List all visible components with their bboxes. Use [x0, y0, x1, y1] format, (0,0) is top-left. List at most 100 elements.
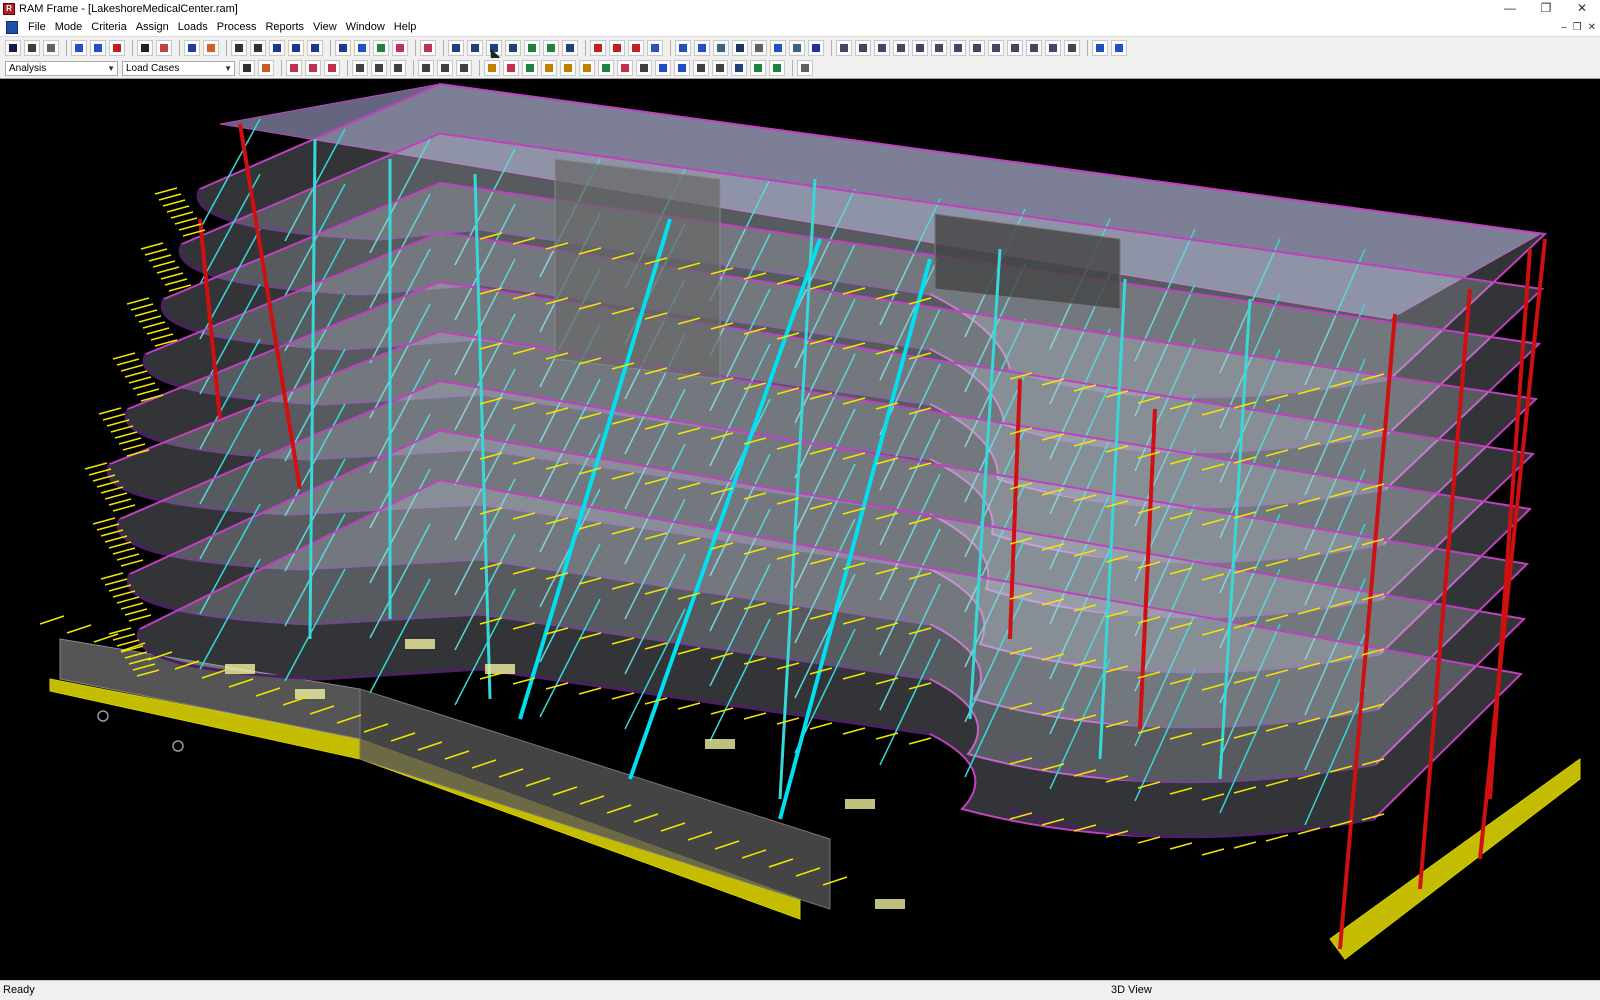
app-icon[interactable]: R	[3, 3, 15, 15]
load-3-icon[interactable]	[324, 60, 340, 76]
load-1-icon[interactable]	[286, 60, 302, 76]
menu-reports[interactable]: Reports	[263, 18, 311, 37]
view-10-icon[interactable]	[1007, 39, 1023, 56]
menu-file[interactable]: File	[26, 18, 53, 37]
load-6-icon[interactable]	[390, 60, 406, 76]
result-a-icon[interactable]	[484, 60, 500, 76]
show-labels-icon[interactable]	[789, 39, 805, 56]
result-e-icon[interactable]	[560, 60, 576, 76]
view-9-icon[interactable]	[988, 39, 1004, 56]
result-p-icon[interactable]	[797, 60, 813, 76]
menu-criteria[interactable]: Criteria	[89, 18, 133, 37]
view-1-icon[interactable]	[836, 39, 852, 56]
result-f-icon[interactable]	[579, 60, 595, 76]
mdi-close-icon[interactable]: ✕	[1588, 18, 1596, 37]
load-display-icon[interactable]	[420, 39, 436, 56]
result-1-icon[interactable]	[448, 39, 464, 56]
view-3-icon[interactable]	[874, 39, 890, 56]
show-foundations-icon[interactable]	[732, 39, 748, 56]
view-11-icon[interactable]	[1026, 39, 1042, 56]
result-c-icon[interactable]	[522, 60, 538, 76]
mdi-restore-icon[interactable]: ❐	[1573, 18, 1582, 37]
story-icon[interactable]	[203, 39, 219, 56]
rf-icon[interactable]	[731, 60, 747, 76]
show-nodes-icon[interactable]	[808, 39, 824, 56]
result-5-icon[interactable]	[524, 39, 540, 56]
menu-process[interactable]: Process	[215, 18, 264, 37]
document-icon[interactable]	[6, 20, 18, 34]
mdi-minimize-icon[interactable]: –	[1561, 18, 1567, 37]
load-9-icon[interactable]	[456, 60, 472, 76]
result-2-icon[interactable]	[467, 39, 483, 56]
rotate-icon[interactable]	[335, 39, 351, 56]
3d-view-canvas[interactable]	[0, 79, 1600, 980]
load-7-icon[interactable]	[418, 60, 434, 76]
properties-icon[interactable]	[1092, 39, 1108, 56]
show-walls-icon[interactable]	[713, 39, 729, 56]
column-icon[interactable]	[590, 39, 606, 56]
result-k-icon[interactable]	[674, 60, 690, 76]
show-grid-icon[interactable]	[751, 39, 767, 56]
minimize-icon[interactable]: —	[1492, 0, 1528, 18]
zoom-in-icon[interactable]	[269, 39, 285, 56]
grid-icon[interactable]	[354, 39, 370, 56]
close-icon[interactable]: ✕	[1564, 0, 1600, 18]
view-5-icon[interactable]	[912, 39, 928, 56]
view-2-icon[interactable]	[855, 39, 871, 56]
load-4-icon[interactable]	[352, 60, 368, 76]
view-7-icon[interactable]	[950, 39, 966, 56]
show-columns-icon[interactable]	[675, 39, 691, 56]
view-8-icon[interactable]	[969, 39, 985, 56]
menu-help[interactable]: Help	[392, 18, 424, 37]
restore-icon[interactable]: ❐	[1528, 0, 1564, 18]
help-pointer-icon[interactable]	[1111, 39, 1127, 56]
result-4-icon[interactable]	[505, 39, 521, 56]
result-6-icon[interactable]	[543, 39, 559, 56]
pan-icon[interactable]	[231, 39, 247, 56]
load-5-icon[interactable]	[371, 60, 387, 76]
brace-icon[interactable]	[647, 39, 663, 56]
building-model[interactable]	[0, 79, 1600, 980]
result-b-icon[interactable]	[503, 60, 519, 76]
save-icon[interactable]	[5, 39, 21, 56]
menu-assign[interactable]: Assign	[134, 18, 176, 37]
binoculars-icon[interactable]	[137, 39, 153, 56]
wall-icon[interactable]	[628, 39, 644, 56]
print-icon[interactable]	[24, 39, 40, 56]
result-7-icon[interactable]	[562, 39, 578, 56]
menu-view[interactable]: View	[311, 18, 344, 37]
analysis-1-icon[interactable]	[239, 60, 255, 76]
show-slabs-icon[interactable]	[770, 39, 786, 56]
result-i-icon[interactable]	[636, 60, 652, 76]
load-2-icon[interactable]	[305, 60, 321, 76]
result-h-icon[interactable]	[617, 60, 633, 76]
view-4-icon[interactable]	[893, 39, 909, 56]
mode-select[interactable]: Analysis ▼	[5, 60, 118, 76]
result-l-icon[interactable]	[693, 60, 709, 76]
frame-icon[interactable]	[373, 39, 389, 56]
zoom-extents-icon[interactable]	[307, 39, 323, 56]
view-12-icon[interactable]	[1045, 39, 1061, 56]
menu-window[interactable]: Window	[344, 18, 392, 37]
plan-view-icon[interactable]	[90, 39, 106, 56]
result-d-icon[interactable]	[541, 60, 557, 76]
zoom-window-icon[interactable]	[250, 39, 266, 56]
result-g-icon[interactable]	[598, 60, 614, 76]
frame-view-icon[interactable]	[71, 39, 87, 56]
layers-icon[interactable]	[184, 39, 200, 56]
result-j-icon[interactable]	[655, 60, 671, 76]
result-m-icon[interactable]	[712, 60, 728, 76]
bracing-icon[interactable]	[392, 39, 408, 56]
member-info-icon[interactable]	[156, 39, 172, 56]
view-6-icon[interactable]	[931, 39, 947, 56]
result-o-icon[interactable]	[769, 60, 785, 76]
load-8-icon[interactable]	[437, 60, 453, 76]
menu-mode[interactable]: Mode	[53, 18, 90, 37]
zoom-out-icon[interactable]	[288, 39, 304, 56]
analysis-2-icon[interactable]	[258, 60, 274, 76]
beam-icon[interactable]	[609, 39, 625, 56]
elevation-view-icon[interactable]	[109, 39, 125, 56]
report-icon[interactable]	[43, 39, 59, 56]
menu-loads[interactable]: Loads	[176, 18, 215, 37]
load-case-select[interactable]: Load Cases ▼	[122, 60, 235, 76]
